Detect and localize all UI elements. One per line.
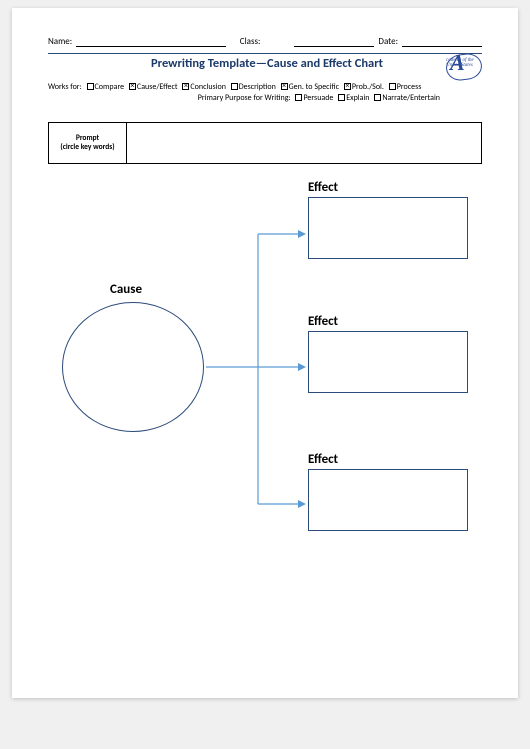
class-blank[interactable] xyxy=(294,37,374,47)
check-process[interactable] xyxy=(389,83,396,90)
check-description[interactable] xyxy=(231,83,238,90)
class-label: Class: xyxy=(240,36,261,47)
lbl-persuade: Persuade xyxy=(303,93,333,103)
prompt-body-cell[interactable] xyxy=(127,123,481,163)
lbl-process: Process xyxy=(397,82,422,92)
header-fields: Name: Class: Date: xyxy=(48,36,482,47)
lbl-conclusion: Conclusion xyxy=(190,82,226,92)
page-title: Prewriting Template—Cause and Effect Cha… xyxy=(48,56,446,71)
check-compare[interactable] xyxy=(87,83,94,90)
cause-circle[interactable] xyxy=(62,302,204,432)
prompt-table: Prompt (circle key words) xyxy=(48,122,482,164)
lbl-cause-effect: Cause/Effect xyxy=(137,82,178,92)
lbl-compare: Compare xyxy=(95,82,125,92)
check-narrate[interactable] xyxy=(374,94,381,101)
cause-label: Cause xyxy=(110,282,142,297)
check-cause-effect[interactable] xyxy=(129,83,136,90)
name-blank[interactable] xyxy=(76,37,226,47)
works-for-row: Works for: Compare Cause/Effect Conclusi… xyxy=(48,82,482,104)
effect-label-1: Effect xyxy=(308,180,468,195)
lbl-gen-specific: Gen. to Specific xyxy=(289,82,339,92)
purpose-lead: Primary Purpose for Writing: xyxy=(198,93,291,103)
lbl-explain: Explain xyxy=(346,93,369,103)
date-blank[interactable] xyxy=(402,37,482,47)
worksheet-page: Name: Class: Date: Prewriting Template—C… xyxy=(12,8,518,698)
date-label: Date: xyxy=(378,36,398,47)
arrow-head-3 xyxy=(298,500,306,508)
check-persuade[interactable] xyxy=(295,94,302,101)
logo-subtext: cademy of the United States xyxy=(446,58,479,68)
school-logo: A cademy of the United States xyxy=(446,52,482,80)
cause-effect-diagram: Cause Effect Effect Effect xyxy=(48,204,482,604)
arrow-head-1 xyxy=(298,230,306,238)
lbl-narrate: Narrate/Entertain xyxy=(382,93,440,103)
title-row: Prewriting Template—Cause and Effect Cha… xyxy=(48,56,482,80)
check-prob-sol[interactable] xyxy=(344,83,351,90)
lbl-prob-sol: Prob./Sol. xyxy=(352,82,384,92)
prompt-header-cell: Prompt (circle key words) xyxy=(49,123,127,163)
arrows-svg xyxy=(198,204,458,544)
name-label: Name: xyxy=(48,36,72,47)
works-for-lead: Works for: xyxy=(48,82,82,92)
title-rule xyxy=(48,53,482,54)
prompt-line2: (circle key words) xyxy=(60,143,114,152)
arrow-head-2 xyxy=(298,363,306,371)
check-explain[interactable] xyxy=(338,94,345,101)
lbl-description: Description xyxy=(239,82,276,92)
check-gen-specific[interactable] xyxy=(281,83,288,90)
check-conclusion[interactable] xyxy=(182,83,189,90)
